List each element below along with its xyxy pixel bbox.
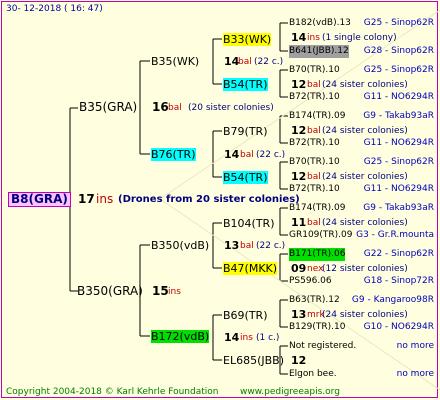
gen3-name-2[interactable]: B79(TR): [223, 125, 268, 138]
gen4-info-3: G25 - Sinop62R: [363, 65, 434, 75]
gen4-name-18[interactable]: B63(TR).12: [289, 294, 340, 307]
gen1-note-0: (20 sister colonies): [188, 103, 274, 113]
gen4-count-4: 12: [291, 78, 307, 91]
gen3-name-3[interactable]: B54(TR): [223, 171, 268, 184]
gen2-count-3: 14: [224, 331, 240, 344]
gen4-count-19: 13: [291, 308, 307, 321]
gen2-note-2: (22 c.): [256, 241, 286, 251]
gen4-count-7: 12: [291, 124, 307, 137]
gen3-note-0: (22 c.): [254, 57, 284, 67]
gen4-count-22: 12: [291, 354, 307, 367]
gen3-name-4[interactable]: B104(TR): [223, 217, 275, 230]
gen4-info-2: G28 - Sinop62R: [363, 46, 434, 56]
gen2-count-2: 13: [224, 239, 240, 252]
gen4-info-15: G22 - Sinop62R: [363, 249, 434, 259]
root-count: 17: [78, 192, 95, 206]
gen4-name-8[interactable]: B72(TR).10: [289, 137, 340, 150]
gen1-mark-1: ins: [168, 287, 181, 297]
gen4-name-21[interactable]: Not registered.: [289, 340, 356, 353]
gen4-info-11: G11 - NO6294R: [363, 184, 434, 194]
gen3-name-1[interactable]: B54(TR): [223, 78, 268, 91]
gen4-info-12: G9 - Takab93aR: [363, 203, 434, 213]
gen1-count-1: 15: [152, 284, 169, 298]
gen4-name-12[interactable]: B174(TR).09: [289, 202, 345, 215]
site-link[interactable]: www.pedigreeapis.org: [240, 386, 340, 399]
gen4-info-23: no more: [396, 369, 434, 379]
gen2-count-1: 14: [224, 148, 240, 161]
gen4-name-5[interactable]: B72(TR).10: [289, 91, 340, 104]
gen4-info-5: G11 - NO6294R: [363, 92, 434, 102]
gen4-info-18: G9 - Kangaroo98R: [351, 295, 434, 305]
gen4-mark-1: ins: [307, 33, 320, 43]
gen3-name-5[interactable]: B47(MKK): [223, 262, 278, 275]
root-mark: ins: [96, 192, 114, 206]
gen2-name-2[interactable]: B350(vdB): [151, 239, 209, 252]
gen4-info-17: G18 - Sinop72R: [363, 276, 434, 286]
gen4-name-17[interactable]: PS596.06: [289, 275, 332, 288]
gen4-note-1: (1 single colony): [322, 33, 397, 43]
gen3-mark-0: bal: [238, 57, 252, 67]
gen4-count-16: 09: [291, 262, 307, 275]
gen4-info-0: G25 - Sinop62R: [363, 18, 434, 28]
gen2-note-1: (22 c.): [256, 150, 286, 160]
gen4-info-8: G11 - NO6294R: [363, 138, 434, 148]
gen4-count-13: 11: [291, 216, 307, 229]
gen4-name-9[interactable]: B70(TR).10: [289, 156, 340, 169]
gen2-name-3[interactable]: B172(vdB): [151, 330, 210, 343]
gen3-name-7[interactable]: EL685(JBB): [223, 354, 284, 367]
gen1-count-0: 16: [152, 100, 169, 114]
gen2-note-3: (1 c.): [256, 333, 280, 343]
gen4-info-6: G9 - Takab93aR: [363, 111, 434, 121]
root-name[interactable]: B8(GRA): [8, 192, 71, 207]
gen2-name-0[interactable]: B35(WK): [151, 55, 199, 68]
root-note: (Drones from 20 sister colonies): [118, 194, 300, 205]
gen2-mark-1: bal: [240, 150, 254, 160]
gen1-name-1[interactable]: B350(GRA): [77, 285, 143, 298]
gen2-name-1[interactable]: B76(TR): [151, 148, 196, 161]
gen4-name-6[interactable]: B174(TR).09: [289, 110, 345, 123]
gen4-info-14: G3 - Gr.R.mounta: [356, 230, 434, 240]
timestamp: 30- 12-2018 ( 16: 47): [6, 4, 103, 14]
gen4-count-10: 12: [291, 170, 307, 183]
gen2-mark-3: ins: [240, 333, 253, 343]
gen3-name-0[interactable]: B33(WK): [223, 33, 272, 46]
gen3-name-6[interactable]: B69(TR): [223, 309, 268, 322]
gen4-name-0[interactable]: B182(vdB).13: [289, 17, 351, 30]
gen4-count-1: 14: [291, 31, 307, 44]
gen4-name-20[interactable]: B129(TR).10: [289, 321, 345, 334]
gen1-mark-0: bal: [168, 103, 182, 113]
gen4-name-23[interactable]: Elgon bee.: [289, 368, 337, 381]
gen4-name-2[interactable]: B641(JBB).12: [289, 45, 349, 58]
copyright: Copyright 2004-2018 © Karl Kehrle Founda…: [6, 387, 219, 397]
gen4-name-15[interactable]: B171(TR).06: [289, 248, 346, 261]
gen4-info-20: G10 - NO6294R: [363, 322, 434, 332]
gen4-info-9: G25 - Sinop62R: [363, 157, 434, 167]
gen1-name-0[interactable]: B35(GRA): [79, 101, 137, 114]
gen4-name-3[interactable]: B70(TR).10: [289, 64, 340, 77]
gen4-info-21: no more: [396, 341, 434, 351]
gen4-name-11[interactable]: B72(TR).10: [289, 183, 340, 196]
gen4-name-14[interactable]: GR109(TR).09: [289, 229, 353, 242]
gen2-mark-2: bal: [240, 241, 254, 251]
